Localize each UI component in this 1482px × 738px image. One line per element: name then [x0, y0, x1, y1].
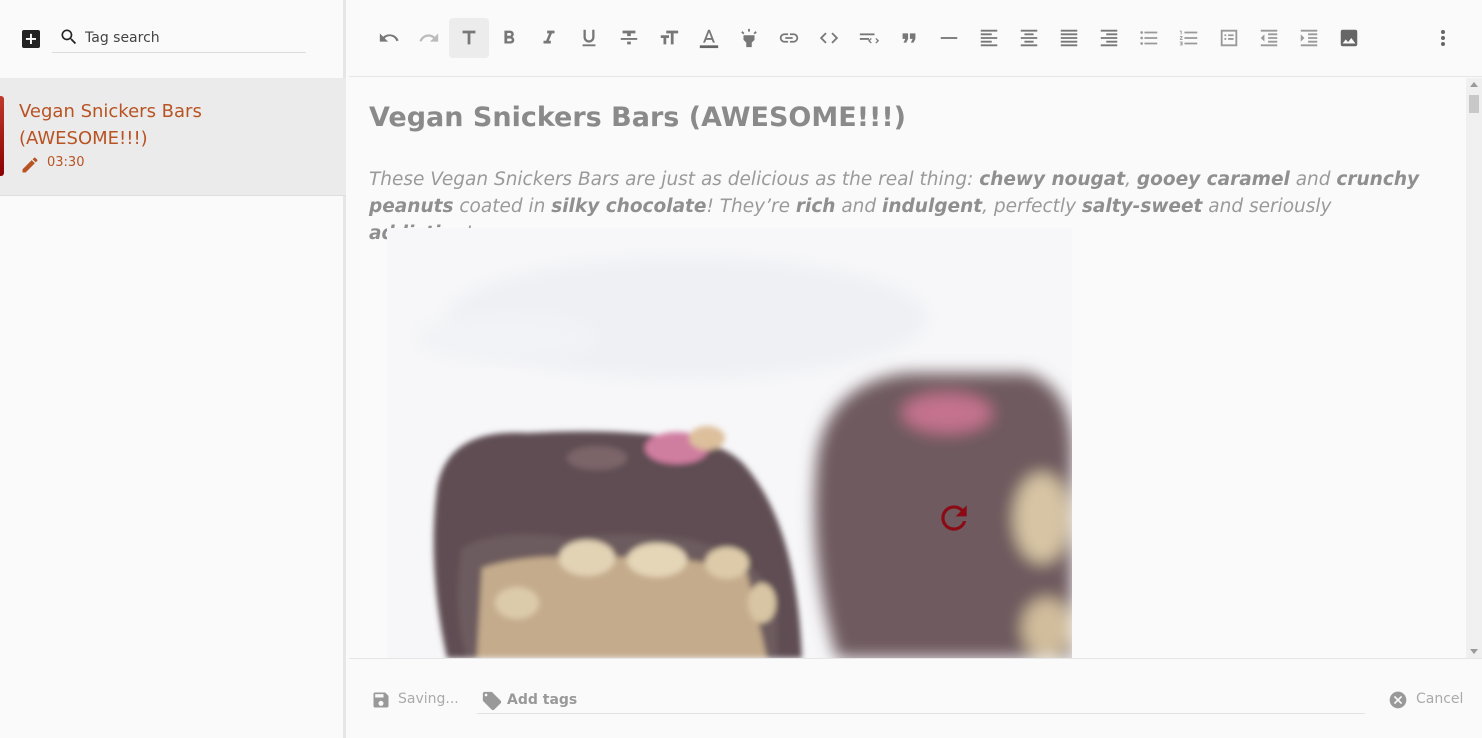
strikethrough-button[interactable] [609, 18, 649, 58]
code-button[interactable] [809, 18, 849, 58]
intro-bold: rich [795, 196, 836, 217]
indent-button[interactable] [1289, 18, 1329, 58]
selected-indicator [0, 96, 4, 176]
editor-footer: Saving... Cancel [349, 658, 1482, 738]
intro-text: and [1289, 169, 1337, 190]
code-icon [819, 32, 839, 44]
checklist-icon [1220, 29, 1238, 47]
link-icon [779, 33, 799, 43]
intro-text: ! They’re [706, 196, 796, 217]
more-vertical-icon [1441, 30, 1445, 46]
bulleted-list-icon [1140, 31, 1158, 45]
link-button[interactable] [769, 18, 809, 58]
note-title: Vegan Snickers Bars (AWESOME!!!) [19, 101, 202, 149]
tag-search-input[interactable] [85, 27, 300, 49]
cancel-button[interactable]: Cancel [1386, 689, 1468, 711]
blockquote-button[interactable] [889, 18, 929, 58]
font-size-button[interactable] [649, 18, 689, 58]
clear-format-icon [859, 33, 880, 44]
underline-button[interactable] [569, 18, 609, 58]
note-list-item[interactable]: Vegan Snickers Bars (AWESOME!!!) 03:30 [0, 78, 346, 196]
intro-bold: silky chocolate [551, 196, 707, 217]
clear-format-button[interactable] [849, 18, 889, 58]
editor-scrollbar[interactable] [1466, 78, 1482, 658]
align-justify-button[interactable] [1049, 18, 1089, 58]
add-note-button[interactable]: + [22, 30, 40, 48]
note-editor[interactable]: Vegan Snickers Bars (AWESOME!!!) These V… [349, 78, 1466, 658]
redo-icon [419, 33, 439, 42]
search-icon [61, 29, 77, 45]
align-right-button[interactable] [1089, 18, 1129, 58]
undo-icon [379, 33, 399, 42]
underline-icon [582, 29, 596, 47]
font-size-icon [660, 30, 679, 45]
tag-icon [482, 691, 502, 711]
text-color-icon [699, 29, 719, 49]
text-style-button[interactable] [449, 18, 489, 58]
scroll-down-arrow[interactable] [1470, 649, 1478, 654]
strikethrough-icon [620, 30, 638, 45]
save-icon [373, 692, 389, 708]
outdent-icon [1260, 29, 1278, 47]
intro-text: and seriously [1202, 196, 1332, 217]
insert-image-button[interactable] [1329, 18, 1369, 58]
intro-bold: gooey caramel [1136, 169, 1290, 190]
align-right-icon [1100, 29, 1118, 47]
tags-field [477, 685, 1365, 714]
indent-icon [1300, 29, 1318, 47]
intro-text: , perfectly [982, 196, 1082, 217]
redo-button[interactable] [409, 18, 449, 58]
intro-bold: salty-sweet [1081, 196, 1203, 217]
recipe-photo[interactable] [387, 228, 1072, 658]
scrollbar-thumb[interactable] [1469, 95, 1479, 113]
sidebar: + Vegan Snickers Bars (AWESOME!!!) 03:30 [0, 0, 346, 738]
italic-icon [543, 30, 555, 44]
bulleted-list-button[interactable] [1129, 18, 1169, 58]
quote-icon [902, 33, 916, 43]
bold-button[interactable] [489, 18, 529, 58]
numbered-list-icon [1179, 30, 1198, 46]
sidebar-header: + [0, 0, 346, 78]
align-left-icon [980, 29, 998, 47]
snickers-bars-photo [387, 228, 1072, 658]
more-options-button[interactable] [1432, 18, 1454, 58]
checklist-button[interactable] [1209, 18, 1249, 58]
highlight-icon [741, 28, 757, 48]
align-left-button[interactable] [969, 18, 1009, 58]
document-title[interactable]: Vegan Snickers Bars (AWESOME!!!) [369, 102, 906, 133]
scroll-up-arrow[interactable] [1470, 82, 1478, 87]
align-center-button[interactable] [1009, 18, 1049, 58]
intro-text: and [835, 196, 883, 217]
highlight-button[interactable] [729, 18, 769, 58]
note-time: 03:30 [47, 155, 85, 170]
cancel-label: Cancel [1416, 691, 1464, 707]
horizontal-rule-button[interactable] [929, 18, 969, 58]
editor-toolbar [349, 0, 1482, 77]
italic-button[interactable] [529, 18, 569, 58]
intro-text: These Vegan Snickers Bars are just as de… [369, 169, 980, 190]
align-center-icon [1020, 29, 1038, 47]
pencil-icon [22, 157, 38, 173]
align-justify-icon [1060, 29, 1078, 47]
intro-bold: chewy nougat [979, 169, 1126, 190]
text-style-icon [462, 30, 476, 45]
outdent-button[interactable] [1249, 18, 1289, 58]
intro-text: coated in [453, 196, 552, 217]
bold-icon [504, 30, 515, 44]
numbered-list-button[interactable] [1169, 18, 1209, 58]
tag-search [52, 22, 306, 53]
save-status: Saving... [398, 691, 459, 707]
undo-button[interactable] [369, 18, 409, 58]
image-icon [1340, 29, 1358, 47]
text-color-button[interactable] [689, 18, 729, 58]
intro-bold: indulgent [882, 196, 983, 217]
horizontal-rule-icon [940, 37, 958, 39]
close-circle-icon [1389, 691, 1407, 709]
intro-text: , [1125, 169, 1137, 190]
add-tags-input[interactable] [507, 689, 807, 711]
reload-icon[interactable] [935, 499, 973, 537]
